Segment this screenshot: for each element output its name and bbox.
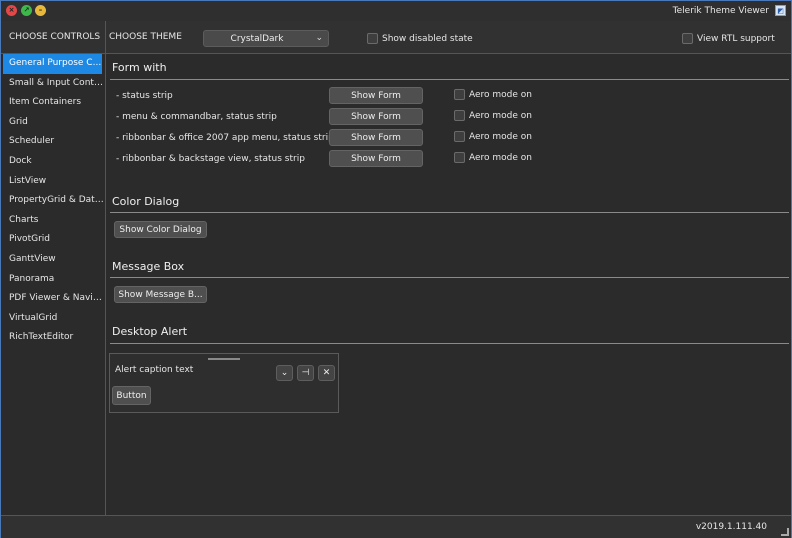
show-form-button[interactable]: Show Form	[329, 129, 423, 146]
chevron-down-icon: ⌄	[280, 368, 289, 378]
desktop-alert-popup[interactable]: Alert caption text ⌄ ⊣ ✕ Button	[109, 353, 339, 413]
sidebar-item-virtualgrid[interactable]: VirtualGrid	[1, 309, 105, 329]
sidebar-item-pdf-viewer[interactable]: PDF Viewer & Navig...	[1, 289, 105, 309]
window-title: Telerik Theme Viewer	[672, 6, 769, 16]
desktop-alert-title: Desktop Alert	[112, 325, 188, 338]
sidebar-item-charts[interactable]: Charts	[1, 211, 105, 231]
sidebar-item-pivotgrid[interactable]: PivotGrid	[1, 230, 105, 250]
view-rtl-checkbox[interactable]	[682, 33, 693, 44]
aero-mode-checkbox-row[interactable]: Aero mode on	[454, 152, 532, 163]
section-divider	[110, 79, 789, 80]
section-divider	[110, 343, 789, 344]
form-with-title: Form with	[112, 61, 167, 74]
aero-mode-label: Aero mode on	[469, 110, 532, 121]
view-rtl-checkbox-row[interactable]: View RTL support	[682, 33, 775, 44]
maximize-window-button[interactable]: ↗	[21, 5, 32, 16]
show-disabled-label: Show disabled state	[382, 33, 473, 44]
sidebar-item-general-purpose[interactable]: General Purpose C...	[3, 54, 102, 74]
show-color-dialog-button[interactable]: Show Color Dialog	[114, 221, 207, 238]
show-disabled-checkbox[interactable]	[367, 33, 378, 44]
version-label: v2019.1.111.40	[695, 522, 767, 532]
pin-icon: ⊣	[301, 368, 310, 378]
form-row-label: - ribbonbar & office 2007 app menu, stat…	[116, 133, 334, 143]
choose-theme-label: CHOOSE THEME	[109, 32, 182, 42]
sidebar-item-listview[interactable]: ListView	[1, 172, 105, 192]
color-dialog-title: Color Dialog	[112, 195, 180, 208]
aero-mode-checkbox[interactable]	[454, 131, 465, 142]
sidebar-item-panorama[interactable]: Panorama	[1, 270, 105, 290]
aero-mode-checkbox-row[interactable]: Aero mode on	[454, 110, 532, 121]
sidebar-item-dock[interactable]: Dock	[1, 152, 105, 172]
aero-mode-label: Aero mode on	[469, 89, 532, 100]
sidebar-item-small-input[interactable]: Small & Input Contr...	[1, 74, 105, 94]
sidebar-item-richtexteditor[interactable]: RichTextEditor	[1, 328, 105, 348]
app-window: × ↗ – Telerik Theme Viewer ◩ CHOOSE CONT…	[0, 0, 792, 538]
aero-mode-checkbox[interactable]	[454, 89, 465, 100]
alert-pin-button[interactable]: ⊣	[297, 365, 314, 381]
close-icon: ✕	[322, 368, 331, 378]
alert-drag-grip[interactable]	[208, 358, 240, 360]
header-bar: CHOOSE CONTROLS CHOOSE THEME CrystalDark…	[1, 21, 791, 54]
form-row-label: - menu & commandbar, status strip	[116, 112, 277, 122]
status-bar: v2019.1.111.40	[1, 515, 791, 538]
form-row-label: - status strip	[116, 91, 173, 101]
show-message-box-button[interactable]: Show Message B...	[114, 286, 207, 303]
chevron-down-icon: ⌄	[315, 33, 323, 43]
aero-mode-checkbox[interactable]	[454, 152, 465, 163]
title-bar[interactable]: × ↗ – Telerik Theme Viewer ◩	[1, 1, 791, 21]
section-divider	[110, 277, 789, 278]
section-divider	[110, 212, 789, 213]
theme-dropdown-value: CrystalDark	[230, 34, 284, 44]
message-box-title: Message Box	[112, 260, 185, 273]
alert-action-button[interactable]: Button	[112, 386, 151, 405]
aero-mode-checkbox-row[interactable]: Aero mode on	[454, 131, 532, 142]
show-form-button[interactable]: Show Form	[329, 87, 423, 104]
aero-mode-label: Aero mode on	[469, 131, 532, 142]
show-form-button[interactable]: Show Form	[329, 108, 423, 125]
alert-options-button[interactable]: ⌄	[276, 365, 293, 381]
aero-mode-label: Aero mode on	[469, 152, 532, 163]
choose-controls-label: CHOOSE CONTROLS	[9, 32, 101, 42]
sidebar-item-scheduler[interactable]: Scheduler	[1, 132, 105, 152]
sidebar-item-ganttview[interactable]: GanttView	[1, 250, 105, 270]
minimize-window-button[interactable]: –	[35, 5, 46, 16]
form-row-label: - ribbonbar & backstage view, status str…	[116, 154, 305, 164]
close-window-button[interactable]: ×	[6, 5, 17, 16]
alert-caption: Alert caption text	[115, 365, 194, 375]
controls-sidebar: General Purpose C... Small & Input Contr…	[1, 54, 105, 348]
aero-mode-checkbox[interactable]	[454, 110, 465, 121]
app-logo-icon: ◩	[775, 5, 786, 16]
sidebar-item-grid[interactable]: Grid	[1, 113, 105, 133]
view-rtl-label: View RTL support	[697, 33, 775, 44]
show-form-button[interactable]: Show Form	[329, 150, 423, 167]
show-disabled-checkbox-row[interactable]: Show disabled state	[367, 33, 473, 44]
sidebar-divider	[105, 21, 106, 515]
sidebar-item-propertygrid[interactable]: PropertyGrid & Data...	[1, 191, 105, 211]
theme-dropdown[interactable]: CrystalDark ⌄	[203, 30, 329, 47]
resize-grip-icon[interactable]	[781, 528, 789, 536]
sidebar-item-item-containers[interactable]: Item Containers	[1, 93, 105, 113]
alert-close-button[interactable]: ✕	[318, 365, 335, 381]
aero-mode-checkbox-row[interactable]: Aero mode on	[454, 89, 532, 100]
